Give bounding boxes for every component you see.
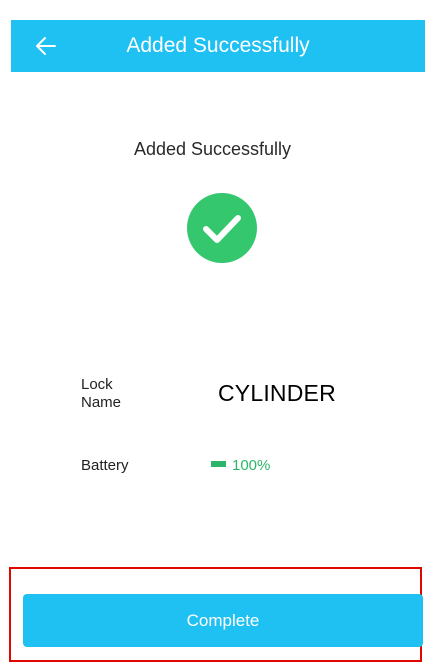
check-circle-icon xyxy=(187,193,257,263)
battery-label: Battery xyxy=(81,457,129,474)
page-title: Added Successfully xyxy=(126,34,310,57)
success-message: Added Successfully xyxy=(133,139,292,159)
lock-name-value: CYLINDER xyxy=(218,380,336,406)
battery-status: 100% xyxy=(211,456,270,476)
header-bar: Added Successfully xyxy=(11,20,425,72)
battery-icon xyxy=(211,461,226,468)
lock-name-label: Lock Name xyxy=(81,376,122,411)
complete-button[interactable]: Complete xyxy=(23,594,423,647)
battery-percentage: 100% xyxy=(232,457,271,474)
